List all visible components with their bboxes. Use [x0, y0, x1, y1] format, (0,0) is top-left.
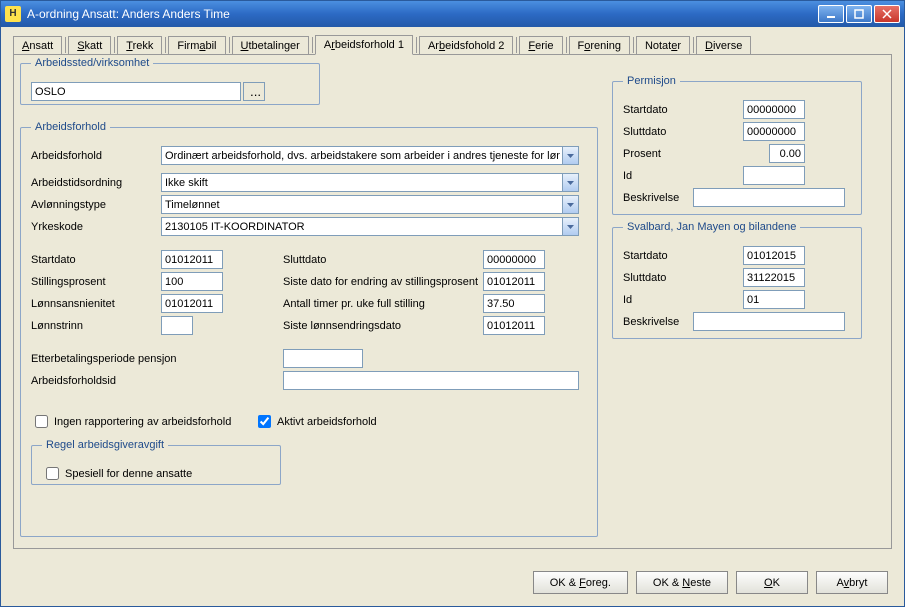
tab-trekk[interactable]: Trekk	[117, 36, 162, 55]
window-title: A-ordning Ansatt: Anders Anders Time	[27, 7, 818, 21]
tab-panel: Arbeidssted/virksomhet ... Arbeidsforhol…	[13, 54, 892, 549]
dialog-buttons: OK & Foreg. OK & Neste OK Avbryt	[533, 571, 888, 594]
ok-neste-button[interactable]: OK & Neste	[636, 571, 728, 594]
arbeidsforholdsid-input[interactable]	[283, 371, 579, 390]
group-regel: Regel arbeidsgiveravgift Spesiell for de…	[31, 439, 281, 485]
label-ingen-rapportering: Ingen rapportering av arbeidsforhold	[54, 416, 254, 428]
perm-id-input[interactable]	[743, 166, 805, 185]
sval-id-input[interactable]	[743, 290, 805, 309]
label-sval-startdato: Startdato	[623, 250, 743, 262]
group-permisjon: Permisjon Startdato Sluttdato Prosent Id…	[612, 75, 862, 215]
perm-sluttdato-input[interactable]	[743, 122, 805, 141]
label-avlonning: Avlønningstype	[31, 199, 161, 211]
chevron-down-icon[interactable]	[562, 174, 578, 191]
chevron-down-icon[interactable]	[562, 147, 578, 164]
window: H A-ordning Ansatt: Anders Anders Time A…	[0, 0, 905, 607]
label-lonnsans: Lønnsansnienitet	[31, 298, 161, 310]
label-perm-prosent: Prosent	[623, 148, 743, 160]
label-siste-lonn: Siste lønnsendringsdato	[283, 320, 483, 332]
tab-skatt[interactable]: Skatt	[68, 36, 111, 55]
sval-beskrivelse-input[interactable]	[693, 312, 845, 331]
lonnstrinn-input[interactable]	[161, 316, 193, 335]
tab-forening[interactable]: Forening	[569, 36, 630, 55]
sval-sluttdato-input[interactable]	[743, 268, 805, 287]
perm-startdato-input[interactable]	[743, 100, 805, 119]
startdato-input[interactable]	[161, 250, 223, 269]
etterbet-input[interactable]	[283, 349, 363, 368]
label-lonnstrinn: Lønnstrinn	[31, 320, 161, 332]
label-yrkeskode: Yrkeskode	[31, 221, 161, 233]
label-arbeidsforholdsid: Arbeidsforholdsid	[31, 375, 283, 387]
label-perm-startdato: Startdato	[623, 104, 743, 116]
legend-svalbard: Svalbard, Jan Mayen og bilandene	[623, 221, 800, 233]
siste-lonn-input[interactable]	[483, 316, 545, 335]
sluttdato-input[interactable]	[483, 250, 545, 269]
ingen-rapportering-checkbox[interactable]	[35, 415, 48, 428]
tab-firmabil[interactable]: Firmabil	[168, 36, 225, 55]
label-arbeidsforhold: Arbeidsforhold	[31, 150, 161, 162]
ok-button[interactable]: OK	[736, 571, 808, 594]
arbeidstidsordning-select[interactable]	[161, 173, 579, 192]
label-aktivt: Aktivt arbeidsforhold	[277, 416, 377, 428]
legend-permisjon: Permisjon	[623, 75, 680, 87]
maximize-button[interactable]	[846, 5, 872, 23]
label-sval-id: Id	[623, 294, 743, 306]
arbeidssted-browse-button[interactable]: ...	[243, 82, 265, 101]
avlonning-select[interactable]	[161, 195, 579, 214]
antall-timer-input[interactable]	[483, 294, 545, 313]
tab-ferie[interactable]: Ferie	[519, 36, 562, 55]
group-arbeidsforhold: Arbeidsforhold Arbeidsforhold Arbeidstid…	[20, 121, 598, 537]
group-svalbard: Svalbard, Jan Mayen og bilandene Startda…	[612, 221, 862, 339]
yrkeskode-select[interactable]	[161, 217, 579, 236]
minimize-button[interactable]	[818, 5, 844, 23]
label-sval-sluttdato: Sluttdato	[623, 272, 743, 284]
tab-ansatt[interactable]: Ansatt	[13, 36, 62, 55]
label-sluttdato: Sluttdato	[283, 254, 483, 266]
tab-diverse[interactable]: Diverse	[696, 36, 751, 55]
lonnsans-input[interactable]	[161, 294, 223, 313]
chevron-down-icon[interactable]	[562, 218, 578, 235]
label-stillingsprosent: Stillingsprosent	[31, 276, 161, 288]
tab-arbeidsforhold-2[interactable]: Arbeidsfohold 2	[419, 36, 513, 55]
app-icon: H	[5, 6, 21, 22]
arbeidssted-input[interactable]	[31, 82, 241, 101]
stillingsprosent-input[interactable]	[161, 272, 223, 291]
ok-foreg-button[interactable]: OK & Foreg.	[533, 571, 628, 594]
client-area: Ansatt Skatt Trekk Firmabil Utbetalinger…	[1, 27, 904, 606]
label-spesiell: Spesiell for denne ansatte	[65, 468, 192, 480]
label-startdato: Startdato	[31, 254, 161, 266]
spesiell-checkbox[interactable]	[46, 467, 59, 480]
label-etterbet: Etterbetalingsperiode pensjon	[31, 353, 283, 365]
group-arbeidssted: Arbeidssted/virksomhet ...	[20, 57, 320, 105]
avbryt-button[interactable]: Avbryt	[816, 571, 888, 594]
titlebar: H A-ordning Ansatt: Anders Anders Time	[1, 1, 904, 27]
tab-notater[interactable]: Notater	[636, 36, 690, 55]
perm-prosent-input[interactable]	[769, 144, 805, 163]
label-antall-timer: Antall timer pr. uke full stilling	[283, 298, 483, 310]
legend-regel: Regel arbeidsgiveravgift	[42, 439, 168, 451]
tab-arbeidsforhold-1[interactable]: Arbeidsforhold 1	[315, 35, 413, 55]
arbeidsforhold-select[interactable]	[161, 146, 579, 165]
legend-arbeidsforhold: Arbeidsforhold	[31, 121, 110, 133]
label-arbeidstidsordning: Arbeidstidsordning	[31, 177, 161, 189]
label-perm-sluttdato: Sluttdato	[623, 126, 743, 138]
tab-strip: Ansatt Skatt Trekk Firmabil Utbetalinger…	[13, 35, 892, 55]
sval-startdato-input[interactable]	[743, 246, 805, 265]
label-siste-dato-endring: Siste dato for endring av stillingsprose…	[283, 276, 483, 288]
close-button[interactable]	[874, 5, 900, 23]
chevron-down-icon[interactable]	[562, 196, 578, 213]
aktivt-checkbox[interactable]	[258, 415, 271, 428]
perm-beskrivelse-input[interactable]	[693, 188, 845, 207]
label-perm-beskrivelse: Beskrivelse	[623, 192, 693, 204]
label-perm-id: Id	[623, 170, 743, 182]
siste-dato-endring-input[interactable]	[483, 272, 545, 291]
label-sval-beskrivelse: Beskrivelse	[623, 316, 693, 328]
legend-arbeidssted: Arbeidssted/virksomhet	[31, 57, 153, 69]
tab-utbetalinger[interactable]: Utbetalinger	[232, 36, 309, 55]
